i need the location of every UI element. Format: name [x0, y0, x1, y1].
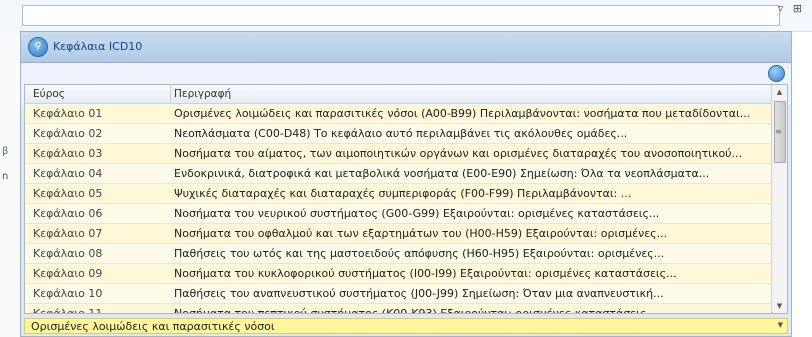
window-header: ⚲ Κεφάλαια ICD10	[21, 32, 791, 63]
row-range: Κεφάλαιο 08	[33, 247, 103, 260]
help-icon[interactable]	[768, 65, 785, 82]
row-range: Κεφάλαιο 11	[33, 307, 103, 314]
table-row[interactable]: Κεφάλαιο 04 Ενδοκρινικά, διατροφικά και μ…	[25, 164, 773, 184]
table-row[interactable]: Κεφάλαιο 09 Νοσήματα του κυκλοφορικού συσ…	[25, 264, 773, 284]
row-description: Παθήσεις του αναπνευστικού συστήματος (J…	[174, 287, 664, 300]
search-icon: ⚲	[28, 37, 48, 57]
top-icons: ▿ ⊞	[772, 2, 802, 15]
table-row[interactable]: Κεφάλαιο 07 Νοσήματα του οφθαλμού και των…	[25, 224, 773, 244]
row-range: Κεφάλαιο 07	[33, 227, 103, 240]
table-row[interactable]: Κεφάλαιο 02 Νεοπλάσματα (C00-D48) Το κεφά…	[25, 124, 773, 144]
row-description: Νεοπλάσματα (C00-D48) Το κεφάλαιο αυτό π…	[174, 127, 628, 140]
background-marker-icon: n	[2, 171, 9, 182]
row-description: Ψυχικές διαταραχές και διαταραχές συμπερ…	[174, 187, 632, 200]
row-range: Κεφάλαιο 06	[33, 207, 103, 220]
column-divider[interactable]	[170, 85, 171, 103]
vertical-scrollbar[interactable]: ▲ ≡ ▼	[771, 85, 787, 313]
row-range: Κεφάλαιο 03	[33, 147, 103, 160]
row-range: Κεφάλαιο 02	[33, 127, 103, 140]
row-description: Νοσήματα του αίματος, των αιμοποιητικών …	[174, 147, 743, 160]
table-row[interactable]: Κεφάλαιο 06 Νοσήματα του νευρικού συστήμα…	[25, 204, 773, 224]
icd10-chapters-window: ⚲ Κεφάλαια ICD10 Εύρος Περιγραφή Κεφάλαι…	[20, 31, 792, 337]
filter-icon[interactable]: ▿	[778, 2, 784, 15]
row-description: Νοσήματα του οφθαλμού και των εξαρτημάτω…	[174, 227, 668, 240]
background-panel: β n	[0, 31, 20, 337]
grid-header: Εύρος Περιγραφή	[25, 85, 773, 104]
row-range: Κεφάλαιο 04	[33, 167, 103, 180]
column-header-description[interactable]: Περιγραφή	[174, 88, 231, 100]
top-filter-field[interactable]	[22, 5, 780, 26]
status-scroll-down-icon[interactable]: ▼	[778, 321, 783, 329]
window-title: Κεφάλαια ICD10	[53, 40, 143, 53]
table-row[interactable]: Κεφάλαιο 10 Παθήσεις του αναπνευστικού συ…	[25, 284, 773, 304]
row-description: Ενδοκρινικά, διατροφικά και μεταβολικά ν…	[174, 167, 710, 180]
table-row[interactable]: Κεφάλαιο 01 Ορισμένες λοιμώδεις και παρασ…	[25, 104, 773, 124]
scroll-down-arrow-icon[interactable]: ▼	[772, 299, 787, 313]
row-description: Νοσήματα του πεπτικού συστήματος (K00-K9…	[174, 307, 657, 314]
row-range: Κεφάλαιο 05	[33, 187, 103, 200]
row-description: Ορισμένες λοιμώδεις και παρασιτικές νόσο…	[174, 107, 751, 120]
top-bar: ▿ ⊞	[0, 0, 812, 32]
selection-status-bar: Ορισμένες λοιμώδεις και παρασιτικές νόσο…	[24, 318, 788, 334]
column-header-range[interactable]: Εύρος	[33, 88, 65, 100]
row-description: Παθήσεις του ωτός και της μαστοειδούς απ…	[174, 247, 665, 260]
table-row[interactable]: Κεφάλαιο 05 Ψυχικές διαταραχές και διαταρ…	[25, 184, 773, 204]
row-range: Κεφάλαιο 10	[33, 287, 103, 300]
selected-description-text: Ορισμένες λοιμώδεις και παρασιτικές νόσο…	[31, 320, 275, 333]
scroll-up-arrow-icon[interactable]: ▲	[772, 85, 787, 99]
row-description: Νοσήματα του νευρικού συστήματος (G00-G9…	[174, 207, 660, 220]
row-description: Νοσήματα του κυκλοφορικού συστήματος (I0…	[174, 267, 677, 280]
background-marker-icon: β	[2, 146, 9, 157]
table-row[interactable]: Κεφάλαιο 03 Νοσήματα του αίματος, των αιμ…	[25, 144, 773, 164]
chapters-grid: Εύρος Περιγραφή Κεφάλαιο 01 Ορισμένες λοι…	[24, 84, 788, 314]
scrollbar-grip-icon: ≡	[775, 127, 782, 136]
grid-layout-icon[interactable]: ⊞	[793, 2, 802, 15]
table-row[interactable]: Κεφάλαιο 08 Παθήσεις του ωτός και της μασ…	[25, 244, 773, 264]
row-range: Κεφάλαιο 01	[33, 107, 103, 120]
row-range: Κεφάλαιο 09	[33, 267, 103, 280]
table-row[interactable]: Κεφάλαιο 11 Νοσήματα του πεπτικού συστήμα…	[25, 304, 773, 314]
grid-rows: Κεφάλαιο 01 Ορισμένες λοιμώδεις και παρασ…	[25, 104, 773, 314]
